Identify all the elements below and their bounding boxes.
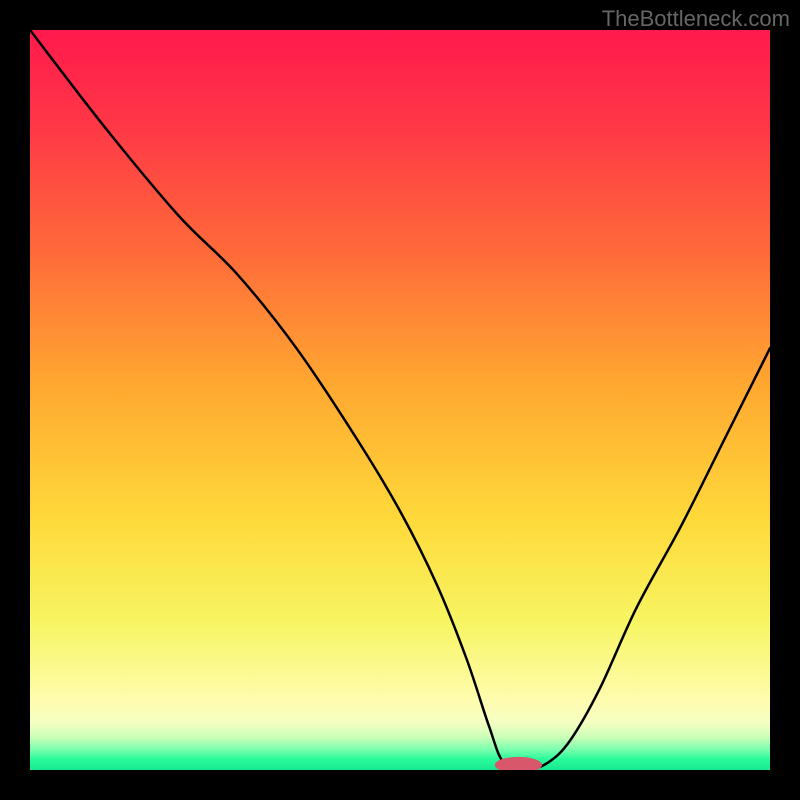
watermark-text: TheBottleneck.com [602, 6, 790, 32]
chart-frame: TheBottleneck.com [0, 0, 800, 800]
plot-area [30, 30, 770, 770]
optimal-marker [30, 30, 770, 770]
